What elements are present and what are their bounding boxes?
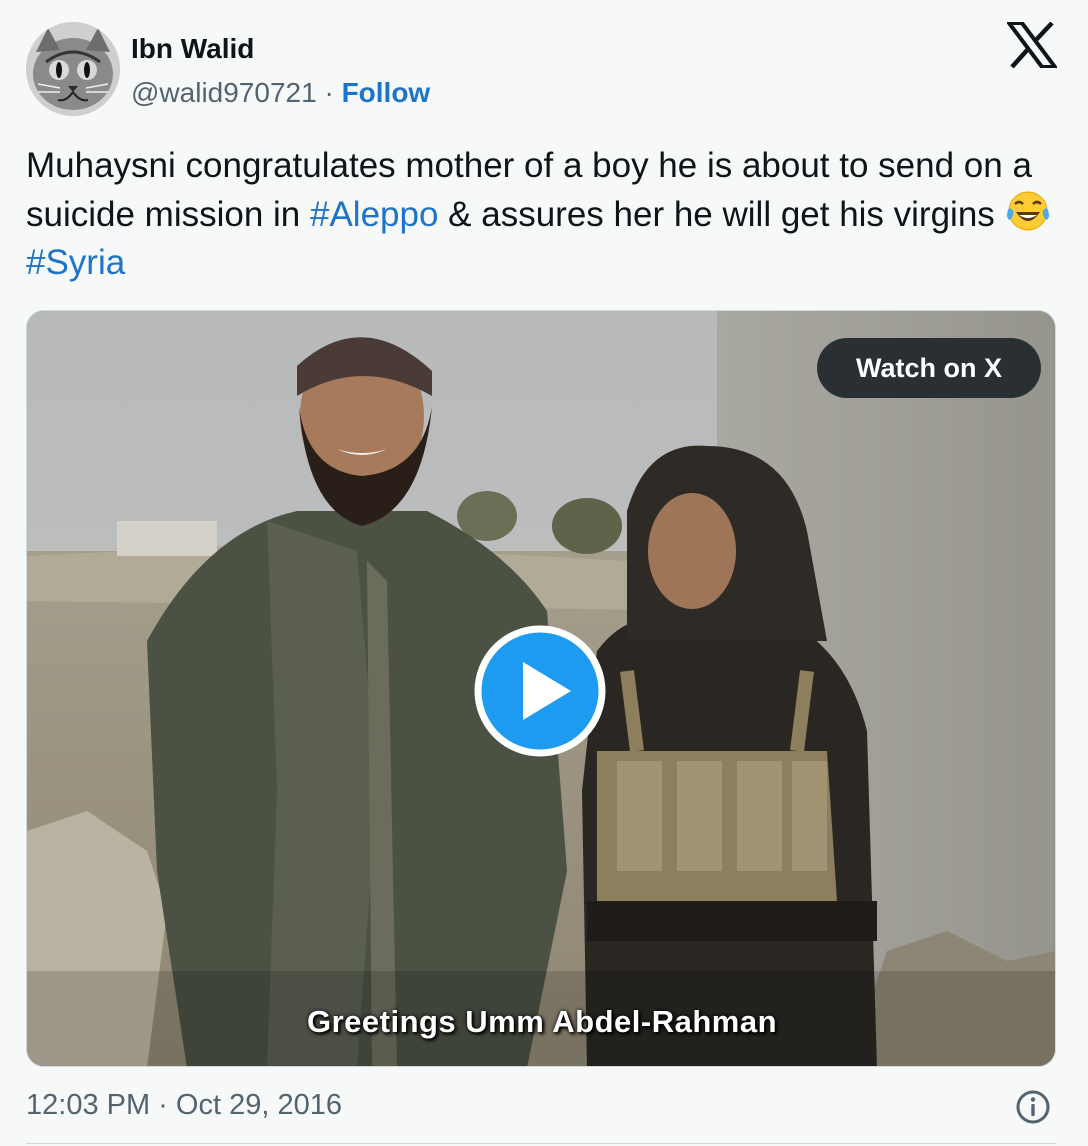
tweet-timestamp[interactable]: 12:03 PM · Oct 29, 2016 — [26, 1087, 342, 1123]
face-with-tears-of-joy-icon — [1005, 190, 1051, 232]
avatar[interactable] — [26, 22, 120, 116]
x-logo-icon[interactable] — [1005, 21, 1059, 69]
info-icon[interactable] — [1015, 1089, 1051, 1125]
tweet-text-part: & assures her he will get his virgins — [438, 195, 1005, 234]
hashtag-syria-link[interactable]: #Syria — [26, 243, 125, 282]
play-icon[interactable] — [473, 624, 607, 758]
author-handle-row: @walid970721 · Follow — [131, 77, 430, 109]
embedded-tweet-card: Ibn Walid @walid970721 · Follow Muhaysni… — [0, 0, 1088, 1146]
video-caption: Greetings Umm Abdel-Rahman — [306, 1004, 778, 1039]
tweet-text: Muhaysni congratulates mother of a boy h… — [26, 142, 1056, 287]
author-handle[interactable]: @walid970721 — [131, 77, 317, 108]
divider — [26, 1143, 1056, 1144]
hashtag-aleppo-link[interactable]: #Aleppo — [310, 195, 438, 234]
video-player[interactable]: Watch on X Greetings Umm Abdel-Rahman — [26, 310, 1056, 1067]
separator-dot: · — [324, 77, 334, 108]
author-name[interactable]: Ibn Walid — [131, 33, 254, 65]
watch-on-x-button[interactable]: Watch on X — [817, 338, 1041, 398]
follow-button[interactable]: Follow — [342, 77, 431, 108]
